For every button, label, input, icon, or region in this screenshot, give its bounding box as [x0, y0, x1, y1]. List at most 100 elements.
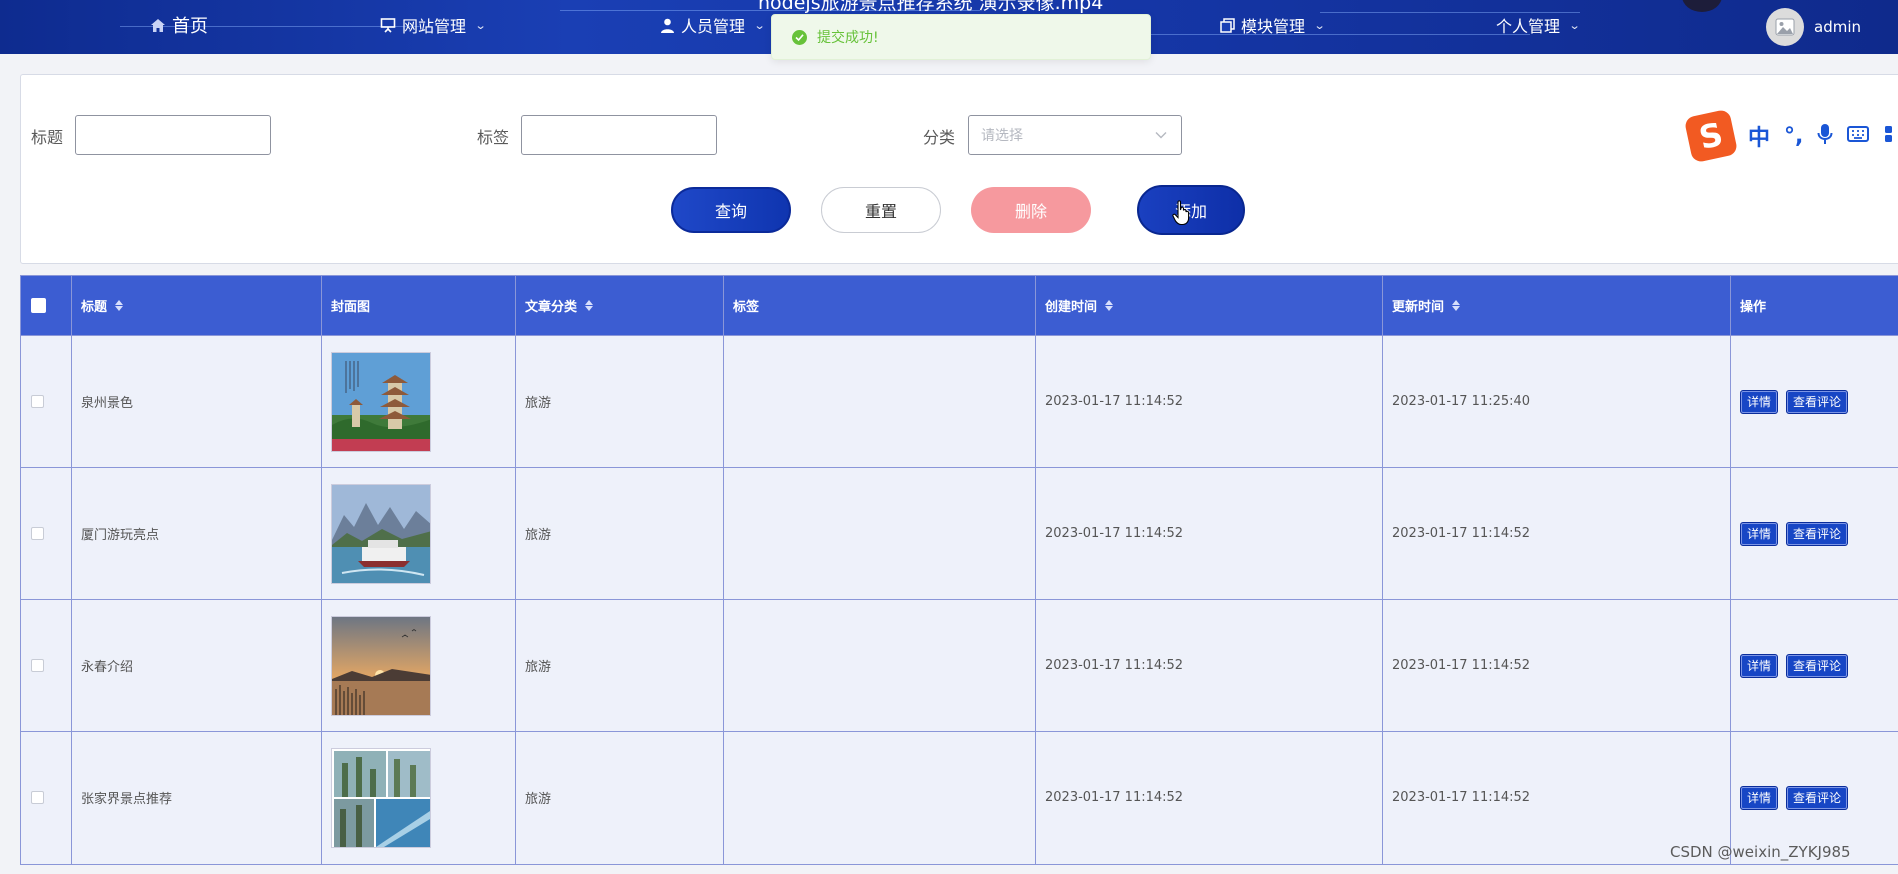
detail-button[interactable]: 详情: [1740, 389, 1779, 414]
detail-button[interactable]: 详情: [1740, 653, 1779, 678]
header-created-label: 创建时间: [1045, 300, 1098, 315]
row-cover-cell: [321, 468, 515, 599]
row-actions: 详情 查看评论: [1730, 336, 1898, 467]
toast-message: 提交成功!: [817, 30, 879, 46]
row-tags: [723, 336, 1035, 467]
row-category: 旅游: [525, 396, 552, 411]
row-actions: 详情 查看评论: [1730, 468, 1898, 599]
header-updated[interactable]: 更新时间: [1382, 276, 1461, 335]
row-created: 2023-01-17 11:14:52: [1045, 658, 1184, 673]
row-category: 旅游: [525, 660, 552, 675]
row-checkbox[interactable]: [31, 791, 44, 804]
user-menu[interactable]: admin: [1766, 8, 1861, 46]
header-category-label: 文章分类: [525, 300, 578, 315]
row-category: 旅游: [525, 528, 552, 543]
row-checkbox[interactable]: [31, 395, 44, 408]
sogou-logo-icon[interactable]: S: [1683, 108, 1739, 164]
row-title: 泉州景色: [81, 396, 134, 411]
table-row: 泉州景色 旅游 2023-01-17 11:14:52 2023-01-17 1…: [21, 335, 1898, 467]
search-button[interactable]: 查询: [671, 187, 791, 233]
row-title: 张家界景点推荐: [81, 792, 173, 807]
chevron-down-icon: ⌄: [1568, 18, 1581, 32]
toolbox-icon[interactable]: [1883, 123, 1897, 149]
select-all-checkbox[interactable]: [31, 298, 46, 313]
nav-home[interactable]: 首页: [150, 0, 208, 50]
row-cover-cell: [321, 600, 515, 731]
nav-module-manage-label: 模块管理: [1241, 17, 1306, 36]
category-select[interactable]: 请选择: [968, 115, 1182, 155]
sort-icon[interactable]: [1452, 300, 1461, 311]
nav-people-manage-label: 人员管理: [681, 17, 746, 36]
ime-toolbar: S 中 °,: [1683, 108, 1898, 164]
row-select-cell: [21, 732, 71, 863]
decor-streak: [1150, 34, 1530, 35]
header-cover-label: 封面图: [331, 300, 371, 315]
row-cover-cell: [321, 732, 515, 863]
chevron-down-icon: ⌄: [474, 18, 487, 32]
header-title[interactable]: 标题: [71, 276, 124, 335]
sort-icon[interactable]: [585, 300, 594, 311]
row-tags: [723, 468, 1035, 599]
row-updated: 2023-01-17 11:14:52: [1392, 526, 1531, 541]
header-created[interactable]: 创建时间: [1035, 276, 1114, 335]
nav-site-manage[interactable]: 网站管理 ⌄: [380, 0, 487, 50]
ime-punctuation-toggle[interactable]: °,: [1784, 124, 1803, 149]
username: admin: [1814, 18, 1861, 36]
tag-filter-label: 标签: [477, 128, 510, 147]
user-icon: [660, 18, 675, 33]
detail-button[interactable]: 详情: [1740, 785, 1779, 810]
chevron-down-icon: ⌄: [753, 18, 766, 32]
header-category[interactable]: 文章分类: [515, 276, 594, 335]
success-toast: 提交成功!: [771, 14, 1151, 60]
cover-image-sunset-lake[interactable]: [331, 615, 431, 716]
row-checkbox[interactable]: [31, 527, 44, 540]
view-comments-button[interactable]: 查看评论: [1786, 521, 1849, 546]
chevron-down-icon: [1155, 132, 1167, 139]
sort-icon[interactable]: [1105, 300, 1114, 311]
row-cover-cell: [321, 336, 515, 467]
header-title-label: 标题: [81, 300, 108, 315]
nav-module-manage[interactable]: 模块管理 ⌄: [1220, 0, 1326, 50]
presentation-icon: [380, 17, 396, 33]
detail-button[interactable]: 详情: [1740, 521, 1779, 546]
nav-personal-manage[interactable]: 个人管理 ⌄: [1496, 0, 1581, 50]
keyboard-icon[interactable]: [1847, 125, 1870, 147]
table-header: 标题 封面图 文章分类 标签 创建时间 更新时间 操作: [21, 276, 1898, 335]
row-created: 2023-01-17 11:14:52: [1045, 790, 1184, 805]
cover-image-zhangjiajie[interactable]: [331, 747, 431, 848]
row-updated: 2023-01-17 11:25:40: [1392, 394, 1531, 409]
row-tags: [723, 600, 1035, 731]
row-created: 2023-01-17 11:14:52: [1045, 394, 1184, 409]
row-checkbox[interactable]: [31, 659, 44, 672]
image-icon: [1775, 18, 1795, 36]
home-icon: [150, 18, 166, 33]
row-title: 永春介绍: [81, 660, 134, 675]
overlay-control: [1682, 0, 1722, 12]
cover-image-ferry[interactable]: [331, 483, 431, 584]
table-row: 永春介绍 旅游 2023-01-17 11:14:52 2023-01-17 1…: [21, 599, 1898, 731]
view-comments-button[interactable]: 查看评论: [1786, 389, 1849, 414]
ime-language-toggle[interactable]: 中: [1748, 120, 1770, 152]
header-actions: 操作: [1730, 276, 1766, 335]
cover-image-pagoda[interactable]: [331, 351, 431, 452]
nav-people-manage[interactable]: 人员管理 ⌄: [660, 0, 766, 50]
view-comments-button[interactable]: 查看评论: [1786, 785, 1849, 810]
view-comments-button[interactable]: 查看评论: [1786, 653, 1849, 678]
row-actions: 详情 查看评论: [1730, 600, 1898, 731]
row-title: 厦门游玩亮点: [81, 528, 160, 543]
nav-personal-manage-label: 个人管理: [1496, 17, 1561, 36]
header-cover: 封面图: [321, 276, 370, 335]
chevron-down-icon: ⌄: [1313, 18, 1326, 32]
header-select-all-cell: [21, 276, 71, 335]
delete-button[interactable]: 删除: [971, 187, 1091, 233]
title-filter-input[interactable]: [75, 115, 271, 155]
table-row: 厦门游玩亮点 旅游 2023-01-17 11:14:52 2023-01-17…: [21, 467, 1898, 599]
reset-button[interactable]: 重置: [821, 187, 941, 233]
microphone-icon[interactable]: [1817, 123, 1833, 149]
header-updated-label: 更新时间: [1392, 300, 1445, 315]
copy-icon: [1220, 17, 1235, 33]
header-tags: 标签: [723, 276, 759, 335]
sort-icon[interactable]: [115, 300, 124, 311]
row-category: 旅游: [525, 792, 552, 807]
tag-filter-input[interactable]: [521, 115, 717, 155]
